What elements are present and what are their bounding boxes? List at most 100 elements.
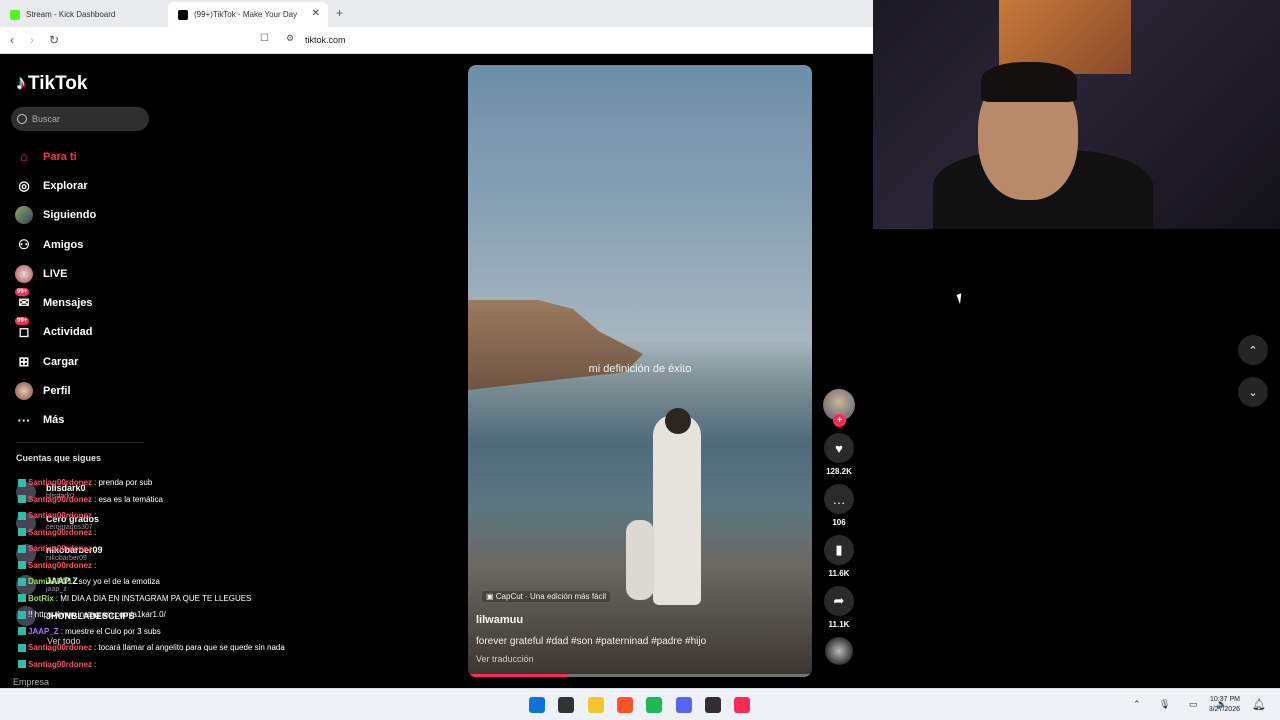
chat-message: Santiag00rdonez: [18,558,318,575]
clock[interactable]: 10:37 PM 3/27/2026 [1209,695,1240,715]
video-father-figure [653,415,701,605]
sidebar-item-label: Explorar [43,179,88,192]
tab-kick-dashboard[interactable]: Stream - Kick Dashboard [0,2,168,27]
save-button[interactable]: ▮ 11.6K [822,535,856,578]
chat-text: : [94,527,97,537]
save-count: 11.6K [828,569,850,578]
home-icon: ⌂ [20,149,28,165]
following-header: Cuentas que sigues [16,453,102,463]
follow-plus-icon[interactable]: + [833,414,846,427]
sidebar-item-label: Cargar [43,355,79,368]
tiktok-logo[interactable]: ♪ TikTok [16,72,87,95]
reload-icon[interactable]: ↻ [49,33,59,47]
new-tab-icon[interactable]: + [336,6,343,20]
chat-badge-icon [18,544,26,553]
share-button[interactable]: ➦ 11.1K [822,586,856,629]
video-player[interactable]: mi definición de éxito ▣ CapCut · Una ed… [468,65,812,677]
notification-badge: 99+ [15,288,30,297]
sidebar-item-mas[interactable]: ··· Más [15,406,96,435]
chat-badge-icon [18,660,26,669]
next-video-button[interactable]: ⌄ [1238,377,1268,407]
site-info-icon[interactable]: ⚙ [286,33,294,44]
sidebar-item-label: Perfil [43,385,71,398]
sidebar-item-cargar[interactable]: ⊞ Cargar [15,347,96,376]
chat-text: !! https://www.instagram.com/a1kar1.0/ [28,610,166,619]
sidebar-item-explorar[interactable]: ◎ Explorar [15,171,96,200]
chat-badge-icon [18,495,26,504]
chat-badge-icon [18,627,26,636]
video-progress-bar[interactable] [468,674,812,677]
sidebar-item-label: Mensajes [43,297,93,310]
comment-icon: … [824,484,854,514]
video-cliff [468,300,643,390]
sidebar-item-mensajes[interactable]: ✉ 99+ Mensajes [15,288,96,317]
chat-message: Santiag00rdonez: prenda por sub [18,475,318,492]
sidebar-item-amigos[interactable]: ⚇ Amigos [15,230,96,259]
search-input[interactable]: Buscar [11,107,149,131]
sidebar-item-actividad[interactable]: ◻ 99+ Actividad [15,317,96,347]
chat-username: Santiag00rdonez [28,643,93,652]
windows-start-icon[interactable] [529,697,545,713]
sidebar-item-perfil[interactable]: Perfil [15,376,96,405]
chat-message: Santiag00rdonez: tocará llamar al angeli… [18,640,318,657]
search-placeholder: Buscar [32,114,61,124]
following-avatar-icon [15,206,33,225]
sidebar-divider [16,442,144,443]
url-text[interactable]: tiktok.com [305,35,346,45]
webcam-overlay [873,0,1280,229]
chat-badge-icon [18,643,26,652]
brave-browser-icon[interactable] [616,697,633,713]
chat-username: Santiag00rdonez [28,494,93,504]
chat-username: BotRix [28,593,54,603]
sidebar-item-label: Más [43,414,65,427]
logo-text: TikTok [28,72,88,94]
friends-icon: ⚇ [18,236,30,252]
chat-username: Santiag00rdonez [28,659,93,669]
chat-badge-icon [18,594,26,603]
video-username[interactable]: lilwamuu [476,614,523,626]
chat-text: : soy yo el de la emotiza [74,577,160,586]
chat-badge-icon [18,528,26,537]
tab-tiktok[interactable]: (99+)TikTok - Make Your Day ✕ [168,2,328,27]
kick-favicon-icon [10,9,20,20]
tiktok-app-icon[interactable] [734,697,751,713]
sidebar-item-live[interactable]: LIVE [15,259,96,288]
obs-icon[interactable] [704,697,721,713]
previous-video-button[interactable]: ⌃ [1238,335,1268,365]
like-button[interactable]: ♥ 128.2K [822,433,856,476]
footer-link-empresa[interactable]: Empresa [13,677,49,687]
discord-icon[interactable] [675,697,692,713]
bookmark-icon[interactable]: ☐ [260,33,269,44]
back-icon[interactable]: ‹ [10,33,14,47]
search-icon[interactable] [558,697,575,713]
sidebar-item-siguiendo[interactable]: Siguiendo [15,201,96,230]
more-icon: ··· [17,412,31,428]
music-disc-icon[interactable] [825,637,853,665]
forward-icon[interactable]: › [30,33,34,47]
windows-taskbar: ⌃ 🎙 ▭ 🔈 10:37 PM 3/27/2026 🔔︎ [0,688,1280,720]
chat-text: : [94,544,97,553]
chat-text: : [94,511,97,520]
tab-title: (99+)TikTok - Make Your Day [194,10,298,19]
sidebar-item-label: Siguiendo [43,209,97,222]
chevron-up-icon: ⌃ [1248,344,1258,357]
notification-bell-icon[interactable]: 🔔︎ [1252,698,1266,711]
stream-chat-overlay: Santiag00rdonez: prenda por sub Santiag00… [18,475,318,673]
activity-icon: ◻ 99+ [15,317,30,340]
chat-message: Santiag00rdonez: [18,541,318,558]
chat-message: JAAP_Z: muestre el Culo por 3 subs [18,624,318,641]
profile-icon [15,382,33,401]
comment-button[interactable]: … 106 [822,484,856,527]
chevron-down-icon: ⌄ [1248,386,1258,399]
creator-avatar[interactable]: + [823,389,855,427]
sidebar-item-label: Para ti [43,150,77,163]
spotify-icon[interactable] [646,697,663,713]
sidebar-item-para-ti[interactable]: ⌂ Para ti [15,142,96,171]
video-overlay-text: mi definición de éxito [588,363,692,375]
chat-username: Santiag00rdonez [28,478,93,487]
chat-text: : tocará llamar al angelito para que se … [94,643,285,652]
close-tab-icon[interactable]: ✕ [312,8,320,19]
translate-link[interactable]: Ver traducción [476,654,534,664]
capcut-badge[interactable]: ▣ CapCut · Una edición más fácil [482,591,611,602]
file-explorer-icon[interactable] [587,697,604,713]
